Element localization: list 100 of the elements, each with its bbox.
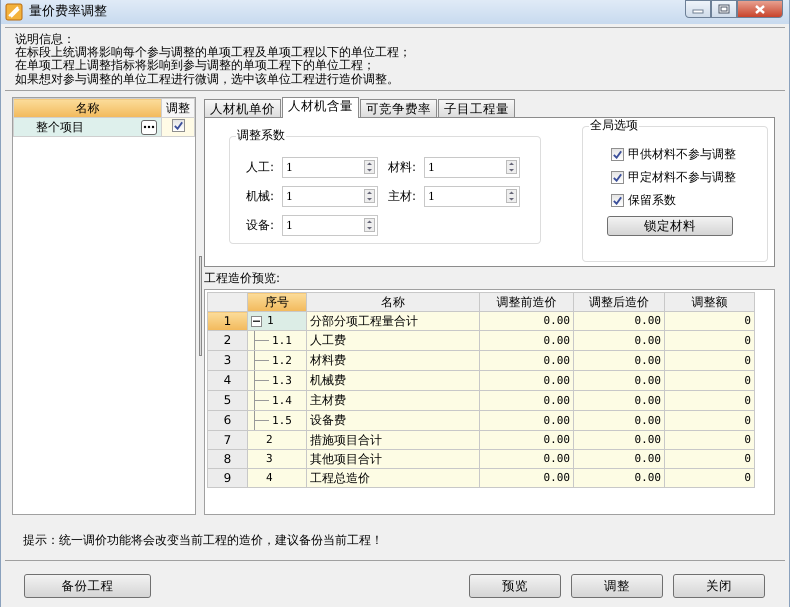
- table-cell: 其他项目合计: [306, 450, 480, 468]
- option-label: 保留系数: [628, 193, 676, 208]
- column-header: 调整前造价: [480, 292, 574, 312]
- number-field[interactable]: 1: [282, 186, 378, 207]
- seq-number: 1.3: [272, 374, 292, 388]
- column-header: 调整后造价: [574, 292, 664, 312]
- app-icon: [5, 3, 23, 21]
- table-cell: 分部分项工程量合计: [306, 312, 480, 330]
- check-icon: [612, 195, 623, 206]
- number-field[interactable]: 1: [424, 157, 520, 178]
- table-cell: 0: [664, 330, 754, 350]
- row-number: 4: [208, 370, 248, 390]
- row-number: 8: [208, 450, 248, 468]
- hint-text: 提示：统一调价功能将会改变当前工程的造价，建议备份当前工程！: [5, 515, 785, 561]
- table-cell: 工程总造价: [306, 468, 480, 488]
- column-header: 调整额: [664, 292, 754, 312]
- lock-button[interactable]: 锁定材料: [607, 216, 733, 236]
- spinner-icon: [506, 160, 517, 174]
- checkbox[interactable]: [611, 148, 624, 161]
- info-text: 在单项工程上调整指标将影响到参与调整的单项工程下的单位工程；: [15, 59, 376, 73]
- splitter-handle[interactable]: [198, 256, 202, 356]
- number-field[interactable]: 1: [282, 157, 378, 178]
- column-header: 调整: [162, 98, 194, 118]
- table-cell: 0.00: [574, 410, 664, 430]
- table-cell: 人工费: [306, 330, 480, 350]
- checkbox[interactable]: [172, 119, 184, 132]
- table-cell: 0.00: [574, 350, 664, 370]
- option-label: 甲定材料不参与调整: [628, 170, 736, 185]
- row-number: 9: [208, 468, 248, 488]
- field-label: 人工:: [244, 160, 274, 175]
- row-number: 1: [208, 312, 248, 330]
- field-label: 材料:: [386, 160, 416, 175]
- table-cell: 0.00: [480, 312, 574, 330]
- table-cell: 0.00: [480, 330, 574, 350]
- table-cell: 主材费: [306, 390, 480, 410]
- tab[interactable]: 人材机含量: [282, 97, 359, 118]
- section-title: 工程造价预览:: [204, 271, 282, 287]
- group-title: 全局选项: [589, 118, 639, 133]
- close-button[interactable]: [737, 0, 783, 18]
- seq-number: 1.5: [272, 414, 292, 428]
- more-button[interactable]: [141, 120, 157, 134]
- field-label: 主材:: [386, 189, 416, 204]
- table-cell: 0.00: [480, 450, 574, 468]
- seq-number: 4: [266, 471, 273, 485]
- row-number: 3: [208, 350, 248, 370]
- seq-number: 1: [267, 314, 274, 328]
- column-header: 名称: [14, 98, 162, 118]
- backup-button[interactable]: 备份工程: [24, 574, 151, 598]
- table-cell: 0: [664, 390, 754, 410]
- tab[interactable]: 可竞争费率: [360, 99, 437, 117]
- maximize-icon: [718, 4, 730, 14]
- seq-number: 1.1: [272, 334, 292, 348]
- table-cell: 0: [664, 430, 754, 450]
- table-cell: 0: [664, 370, 754, 390]
- table-cell: 0.00: [480, 390, 574, 410]
- table-cell: 0.00: [480, 410, 574, 430]
- table-cell: 0.00: [574, 450, 664, 468]
- checkbox[interactable]: [611, 194, 624, 207]
- info-text: 说明信息：: [15, 33, 76, 46]
- row-number: 5: [208, 390, 248, 410]
- field-label: 机械:: [244, 189, 274, 204]
- seq-number: 1.2: [272, 354, 292, 368]
- row-number: 6: [208, 410, 248, 430]
- spinner-icon: [364, 189, 375, 203]
- checkbox[interactable]: [611, 171, 624, 184]
- column-header: 名称: [306, 292, 480, 312]
- tab[interactable]: 子目工程量: [438, 99, 515, 117]
- dialog-button[interactable]: 预览: [469, 574, 561, 598]
- table-cell: 0: [664, 350, 754, 370]
- row-number: 7: [208, 430, 248, 450]
- check-icon: [612, 172, 623, 183]
- table-cell: 0.00: [480, 350, 574, 370]
- table-cell: 0.00: [574, 430, 664, 450]
- table-cell: 0.00: [574, 330, 664, 350]
- seq-number: 2: [266, 433, 273, 447]
- table-cell: 材料费: [306, 350, 480, 370]
- table-cell: 措施项目合计: [306, 430, 480, 450]
- table-cell: 0: [664, 312, 754, 330]
- minimize-button[interactable]: [685, 0, 711, 18]
- info-text: 在标段上统调将影响每个参与调整的单项工程及单项工程以下的单位工程；: [15, 46, 412, 60]
- table-cell: 0: [664, 468, 754, 488]
- dialog-button[interactable]: 调整: [571, 574, 663, 598]
- collapse-toggle[interactable]: [251, 316, 262, 326]
- tab[interactable]: 人材机单价: [204, 99, 281, 117]
- number-field[interactable]: 1: [282, 215, 378, 236]
- table-cell: 设备费: [306, 410, 480, 430]
- table-cell: 机械费: [306, 370, 480, 390]
- table-cell: 0.00: [480, 370, 574, 390]
- group-title: 调整系数: [236, 128, 286, 143]
- seq-number: 3: [266, 452, 273, 466]
- maximize-button[interactable]: [711, 0, 737, 18]
- spinner-icon: [506, 189, 517, 203]
- check-icon: [612, 149, 623, 160]
- table-cell: 0: [664, 450, 754, 468]
- option-label: 甲供材料不参与调整: [628, 147, 736, 162]
- number-field[interactable]: 1: [424, 186, 520, 207]
- dialog-button[interactable]: 关闭: [673, 574, 765, 598]
- table-cell: 0.00: [574, 370, 664, 390]
- field-label: 设备:: [244, 218, 274, 233]
- close-icon: [754, 4, 766, 14]
